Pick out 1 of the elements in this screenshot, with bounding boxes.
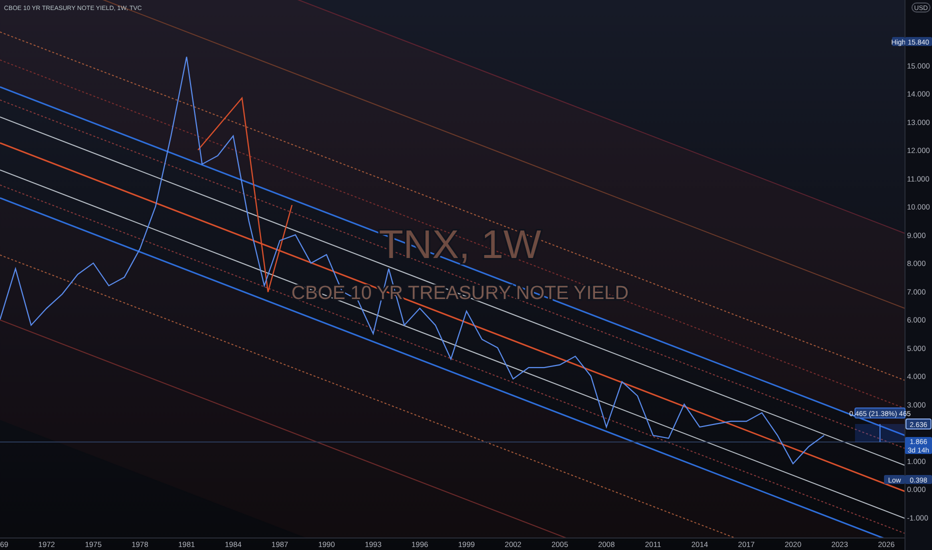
measure-box bbox=[855, 424, 905, 442]
